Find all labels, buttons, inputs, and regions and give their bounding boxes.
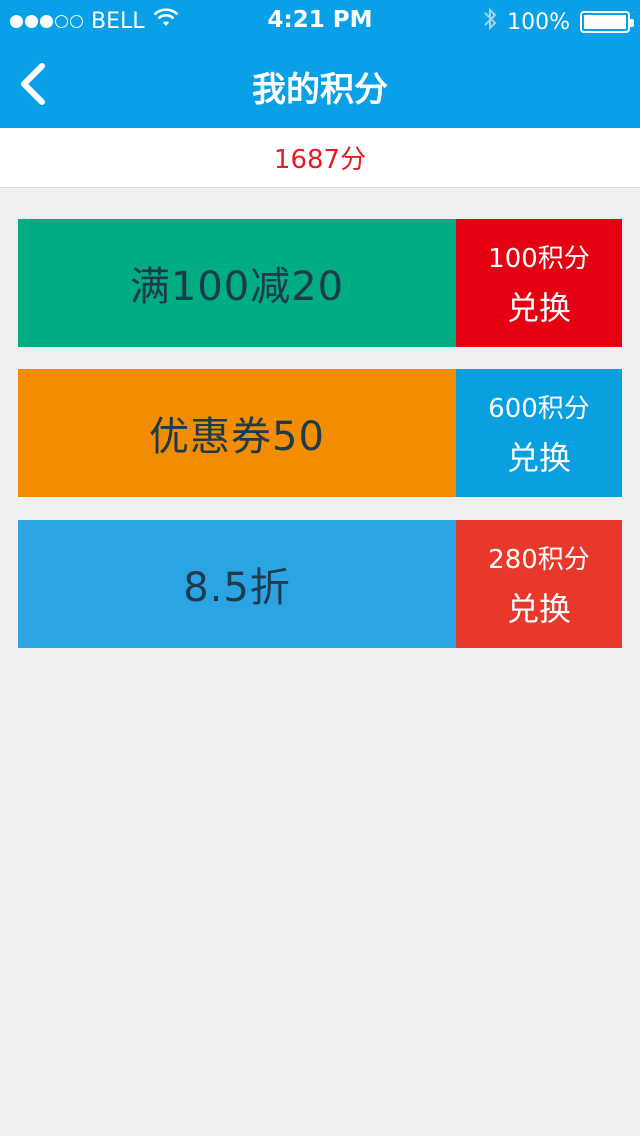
page-title: 我的积分 (252, 70, 388, 110)
status-bar: BELL 4:21 PM 100% (0, 0, 640, 40)
battery-percent: 100% (507, 9, 570, 35)
coupon-title: 优惠券50 (149, 414, 325, 460)
coupon-cost: 600积分 (488, 393, 590, 424)
coupon-card: 8.5折 280积分 兑换 (14, 520, 626, 648)
coupon-info: 满100减20 (14, 219, 456, 347)
coupon-title: 8.5折 (183, 565, 291, 611)
coupon-cost: 280积分 (488, 544, 590, 575)
coupon-info: 8.5折 (14, 520, 456, 648)
coupon-card: 满100减20 100积分 兑换 (14, 219, 626, 347)
redeem-label: 兑换 (506, 438, 571, 477)
status-right: 100% (483, 7, 634, 37)
coupon-info: 优惠券50 (14, 369, 456, 497)
battery-icon (580, 11, 634, 33)
redeem-button[interactable]: 280积分 兑换 (456, 520, 626, 648)
redeem-button[interactable]: 100积分 兑换 (456, 219, 626, 347)
redeem-button[interactable]: 600积分 兑换 (456, 369, 626, 497)
coupon-card: 优惠券50 600积分 兑换 (14, 369, 626, 497)
points-summary: 1687分 (0, 128, 640, 188)
redeem-label: 兑换 (506, 288, 571, 327)
coupon-title: 满100减20 (129, 264, 345, 310)
redeem-label: 兑换 (506, 589, 571, 628)
coupon-cost: 100积分 (488, 243, 590, 274)
points-value: 1687分 (273, 145, 367, 175)
app-header: BELL 4:21 PM 100% 我的积分 (0, 0, 640, 128)
bluetooth-icon (483, 7, 497, 37)
